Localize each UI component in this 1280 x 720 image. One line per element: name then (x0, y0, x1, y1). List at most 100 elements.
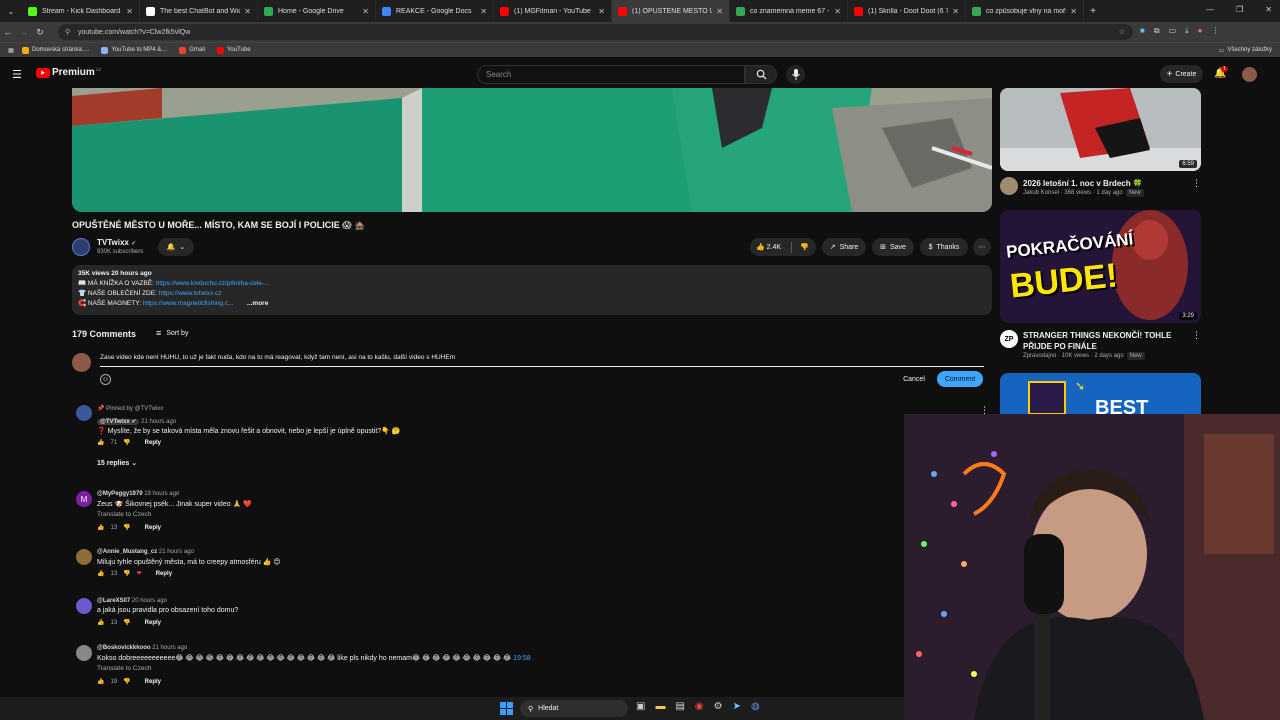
comment-avatar[interactable]: M (76, 491, 92, 507)
download-icon[interactable]: ⤓ (1185, 26, 1189, 36)
like-icon[interactable]: 👍 (97, 619, 104, 626)
comment-submit-button[interactable]: Comment (937, 371, 983, 387)
more-actions-button[interactable]: ⋯ (973, 238, 991, 256)
youtube-logo[interactable]: ▶ Premium CZ (36, 67, 101, 78)
show-more-link[interactable]: ...more (247, 299, 268, 309)
sidebar-thumbnail-1[interactable]: 6:59 (1000, 88, 1201, 171)
dislike-icon[interactable]: 👎 (123, 524, 130, 531)
comment-time[interactable]: 21 hours ago (141, 419, 176, 425)
new-tab-button[interactable]: + (1084, 6, 1102, 17)
dislike-button[interactable]: 👎 (800, 243, 809, 251)
comment-author[interactable]: @Boskovickkkooo (97, 645, 151, 651)
description-link[interactable]: https://www.tvtwixx.cz (159, 290, 222, 297)
windows-start-icon[interactable] (500, 702, 513, 715)
like-icon[interactable]: 👍 (97, 678, 104, 685)
comment-author[interactable]: @Annie_Mustang_cz (97, 549, 157, 555)
all-bookmarks[interactable]: ▭ Všechny záložky (1219, 47, 1272, 54)
dislike-icon[interactable]: 👎 (123, 570, 130, 577)
search-input[interactable]: Search (477, 65, 745, 84)
tab-search-icon[interactable]: ⌄ (0, 0, 22, 22)
dislike-icon[interactable]: 👎 (123, 619, 130, 626)
dislike-icon[interactable]: 👎 (123, 439, 130, 446)
chrome-icon[interactable]: ◉ (695, 701, 704, 712)
browser-tab[interactable]: The best ChatBot and Widgets✕ (140, 0, 258, 22)
reply-button[interactable]: Reply (145, 679, 161, 685)
tab-close-icon[interactable]: ✕ (598, 7, 605, 16)
dislike-icon[interactable]: 👎 (123, 678, 130, 685)
browser-tab[interactable]: (1) MGFitman - YouTube ✕ (494, 0, 612, 22)
extension-icon[interactable]: ■ (1140, 26, 1145, 36)
sort-by-button[interactable]: ≡ Sort by (156, 328, 188, 338)
reply-button[interactable]: Reply (145, 440, 161, 446)
comment-avatar[interactable] (76, 598, 92, 614)
bookmark-star-icon[interactable]: ☆ (1119, 28, 1125, 36)
search-button[interactable] (745, 65, 777, 84)
bookmark-item[interactable]: Domovská stránka:… (22, 46, 89, 54)
tab-close-icon[interactable]: ✕ (1070, 7, 1077, 16)
back-icon[interactable]: ← (0, 27, 16, 37)
reply-button[interactable]: Reply (145, 620, 161, 626)
share-button[interactable]: ↗ Share (822, 238, 866, 256)
tab-close-icon[interactable]: ✕ (126, 7, 133, 16)
channel-name[interactable]: TVTwixx ✔ (97, 238, 136, 247)
sidebar-video-title[interactable]: STRANGER THINGS NEKONČÍ! TOHLE PŘIJDE PO… (1023, 330, 1188, 352)
taskbar-search[interactable]: ⚲ Hledat (520, 700, 628, 717)
like-icon[interactable]: 👍 (97, 439, 104, 446)
minimize-icon[interactable]: — (1206, 5, 1214, 14)
voice-search-button[interactable] (786, 65, 805, 84)
channel-avatar[interactable] (72, 238, 90, 256)
like-icon[interactable]: 👍 (97, 570, 104, 577)
file-explorer-icon[interactable]: ▬ (655, 701, 665, 712)
like-button[interactable]: 👍 2.4K (756, 243, 781, 251)
hamburger-menu-icon[interactable]: ☰ (12, 68, 22, 81)
more-options-icon[interactable]: ⋮ (1192, 178, 1201, 189)
comment-time[interactable]: 21 hours ago (159, 549, 194, 555)
replies-toggle[interactable]: 15 replies ⌄ (97, 459, 137, 467)
reply-button[interactable]: Reply (156, 571, 172, 577)
app-icon[interactable]: ⚙ (714, 701, 723, 712)
cancel-button[interactable]: Cancel (898, 372, 930, 387)
thanks-button[interactable]: $ Thanks (920, 238, 968, 256)
translate-link[interactable]: Translate to Czech (97, 665, 151, 672)
sidebar-icon[interactable]: ▭ (1169, 26, 1177, 36)
steam-icon[interactable]: ➤ (733, 701, 741, 712)
timestamp-link[interactable]: 19:58 (513, 655, 531, 662)
subscribed-notifications-button[interactable]: 🔔 ⌄ (158, 238, 194, 256)
tab-close-icon[interactable]: ✕ (952, 7, 959, 16)
comment-author[interactable]: @MyPeggy1979 (97, 491, 143, 497)
sidebar-video-title[interactable]: 2026 letošní 1. noc v Brdech 🍀 (1023, 178, 1143, 189)
tab-close-icon[interactable]: ✕ (716, 7, 723, 16)
discord-icon[interactable]: ◍ (751, 701, 760, 712)
store-icon[interactable]: ▤ (675, 701, 684, 712)
bookmark-item[interactable]: YouTube to MP4 &… (101, 46, 167, 54)
channel-avatar[interactable]: ZP (1000, 330, 1018, 348)
comment-time[interactable]: 20 hours ago (132, 598, 167, 604)
browser-tab[interactable]: Stream - Kick Dashboard ✕ (22, 0, 140, 22)
like-icon[interactable]: 👍 (97, 524, 104, 531)
emoji-picker-icon[interactable]: ☺ (100, 374, 111, 385)
channel-avatar[interactable] (1000, 177, 1018, 195)
save-button[interactable]: ⊞ Save (872, 238, 914, 256)
address-bar[interactable]: ⚲ youtube.com/watch?v=Clw2fk5vlQw ☆ (58, 24, 1133, 40)
browser-tab[interactable]: Home - Google Drive ✕ (258, 0, 376, 22)
task-view-icon[interactable]: ▣ (636, 701, 645, 712)
comment-author[interactable]: @LareXS07 (97, 598, 130, 604)
tab-close-icon[interactable]: ✕ (834, 7, 841, 16)
sidebar-thumbnail-2[interactable]: POKRAČOVÁNÍ BUDE! 3:29 (1000, 210, 1201, 323)
comment-avatar[interactable] (76, 405, 92, 421)
create-button[interactable]: + Create (1160, 65, 1203, 83)
forward-icon[interactable]: → (16, 27, 32, 37)
comment-time[interactable]: 21 hours ago (152, 645, 187, 651)
site-info-icon[interactable]: ⚲ (65, 28, 70, 36)
browser-tab[interactable]: co způsobuje vlny na moři - Go…✕ (966, 0, 1084, 22)
browser-tab[interactable]: (1) OPUŠTĚNÉ MĚSTO U MOŘ…✕ (612, 0, 730, 22)
tab-close-icon[interactable]: ✕ (244, 7, 251, 16)
translate-link[interactable]: Translate to Czech (97, 511, 151, 518)
browser-tab[interactable]: (1) Skrilla - Doot Doot (6 7) (Of…✕ (848, 0, 966, 22)
comment-input[interactable]: Zase video kde není HUHU, to už je fakt … (100, 354, 984, 367)
account-avatar[interactable] (1242, 67, 1257, 82)
comment-time[interactable]: 19 hours ago (144, 491, 179, 497)
menu-dots-icon[interactable]: ⋮ (1212, 26, 1220, 36)
tab-close-icon[interactable]: ✕ (480, 7, 487, 16)
more-options-icon[interactable]: ⋮ (1192, 330, 1201, 341)
